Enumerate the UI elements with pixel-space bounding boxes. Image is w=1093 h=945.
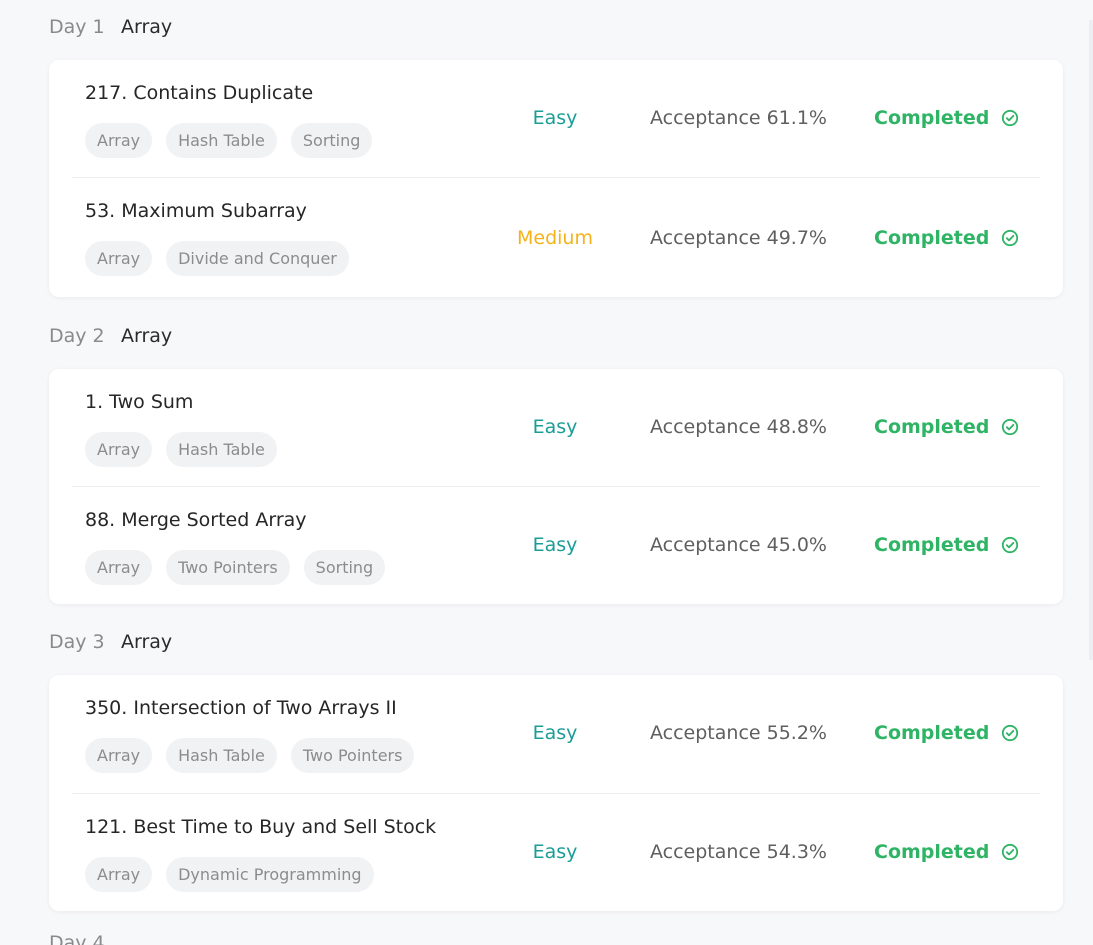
tag[interactable]: Sorting: [290, 123, 373, 158]
tag[interactable]: Array: [85, 550, 153, 585]
problem-title[interactable]: 121. Best Time to Buy and Sell Stock: [85, 816, 436, 838]
tag[interactable]: Array: [85, 857, 153, 892]
day-topic: Array: [121, 631, 173, 653]
status-badge: Completed: [874, 534, 1019, 556]
study-plan-page: Day 1 Array 217. Contains Duplicate Arra…: [0, 0, 1093, 945]
acceptance-rate: Acceptance 49.7%: [650, 227, 827, 249]
day-topic: Array: [121, 16, 173, 38]
status-badge: Completed: [874, 107, 1019, 129]
status-label: Completed: [874, 722, 990, 744]
day-label: Day 2: [49, 325, 105, 347]
acceptance-rate: Acceptance 45.0%: [650, 534, 827, 556]
problem-card: 1. Two Sum Array Hash Table Easy Accepta…: [49, 369, 1063, 604]
problem-title[interactable]: 217. Contains Duplicate: [85, 82, 313, 104]
tag-list: Array Hash Table: [85, 432, 277, 467]
difficulty-label: Medium: [517, 227, 593, 249]
problem-card: 350. Intersection of Two Arrays II Array…: [49, 675, 1063, 911]
status-label: Completed: [874, 841, 990, 863]
tag[interactable]: Sorting: [303, 550, 386, 585]
tag[interactable]: Hash Table: [166, 432, 277, 467]
scrollbar[interactable]: [1089, 20, 1093, 660]
day-section-3: Day 3 Array 350. Intersection of Two Arr…: [49, 615, 1063, 911]
tag[interactable]: Array: [85, 241, 153, 276]
status-label: Completed: [874, 416, 990, 438]
day-section-1: Day 1 Array 217. Contains Duplicate Arra…: [49, 0, 1063, 297]
day-label: Day 3: [49, 631, 105, 653]
day-section-2: Day 2 Array 1. Two Sum Array Hash Table …: [49, 309, 1063, 604]
problem-title[interactable]: 88. Merge Sorted Array: [85, 509, 307, 531]
difficulty-label: Easy: [532, 107, 578, 129]
tag[interactable]: Divide and Conquer: [166, 241, 349, 276]
tag[interactable]: Hash Table: [166, 123, 277, 158]
difficulty-label: Easy: [532, 841, 578, 863]
status-badge: Completed: [874, 227, 1019, 249]
problem-row[interactable]: 217. Contains Duplicate Array Hash Table…: [72, 60, 1040, 178]
acceptance-rate: Acceptance 61.1%: [650, 107, 827, 129]
status-badge: Completed: [874, 722, 1019, 744]
problem-title[interactable]: 53. Maximum Subarray: [85, 200, 307, 222]
acceptance-rate: Acceptance 55.2%: [650, 722, 827, 744]
day-topic: Array: [121, 325, 173, 347]
tag[interactable]: Array: [85, 432, 153, 467]
problem-row[interactable]: 1. Two Sum Array Hash Table Easy Accepta…: [72, 369, 1040, 487]
check-circle-icon: [1002, 109, 1019, 127]
check-circle-icon: [1002, 843, 1019, 861]
day-header: Day 1 Array: [49, 0, 1063, 54]
status-badge: Completed: [874, 416, 1019, 438]
status-badge: Completed: [874, 841, 1019, 863]
problem-row[interactable]: 88. Merge Sorted Array Array Two Pointer…: [72, 487, 1040, 604]
problem-row[interactable]: 350. Intersection of Two Arrays II Array…: [72, 675, 1040, 794]
next-day-header: Day 4: [49, 932, 105, 945]
status-label: Completed: [874, 107, 990, 129]
check-circle-icon: [1002, 536, 1019, 554]
tag-list: Array Hash Table Sorting: [85, 123, 373, 158]
difficulty-label: Easy: [532, 722, 578, 744]
day-header: Day 3 Array: [49, 615, 1063, 669]
problem-row[interactable]: 121. Best Time to Buy and Sell Stock Arr…: [72, 794, 1040, 911]
problem-title[interactable]: 350. Intersection of Two Arrays II: [85, 697, 397, 719]
problem-card: 217. Contains Duplicate Array Hash Table…: [49, 60, 1063, 297]
tag[interactable]: Dynamic Programming: [166, 857, 374, 892]
difficulty-label: Easy: [532, 534, 578, 556]
check-circle-icon: [1002, 229, 1019, 247]
tag-list: Array Two Pointers Sorting: [85, 550, 386, 585]
check-circle-icon: [1002, 724, 1019, 742]
day-header: Day 2 Array: [49, 309, 1063, 363]
status-label: Completed: [874, 534, 990, 556]
difficulty-label: Easy: [532, 416, 578, 438]
tag-list: Array Divide and Conquer: [85, 241, 349, 276]
status-label: Completed: [874, 227, 990, 249]
day-label: Day 1: [49, 16, 105, 38]
tag[interactable]: Array: [85, 123, 153, 158]
tag-list: Array Dynamic Programming: [85, 857, 374, 892]
tag[interactable]: Two Pointers: [290, 738, 415, 773]
tag[interactable]: Hash Table: [166, 738, 277, 773]
tag[interactable]: Array: [85, 738, 153, 773]
check-circle-icon: [1002, 418, 1019, 436]
tag[interactable]: Two Pointers: [166, 550, 290, 585]
acceptance-rate: Acceptance 54.3%: [650, 841, 827, 863]
problem-title[interactable]: 1. Two Sum: [85, 391, 193, 413]
acceptance-rate: Acceptance 48.8%: [650, 416, 827, 438]
problem-row[interactable]: 53. Maximum Subarray Array Divide and Co…: [72, 178, 1040, 297]
tag-list: Array Hash Table Two Pointers: [85, 738, 415, 773]
